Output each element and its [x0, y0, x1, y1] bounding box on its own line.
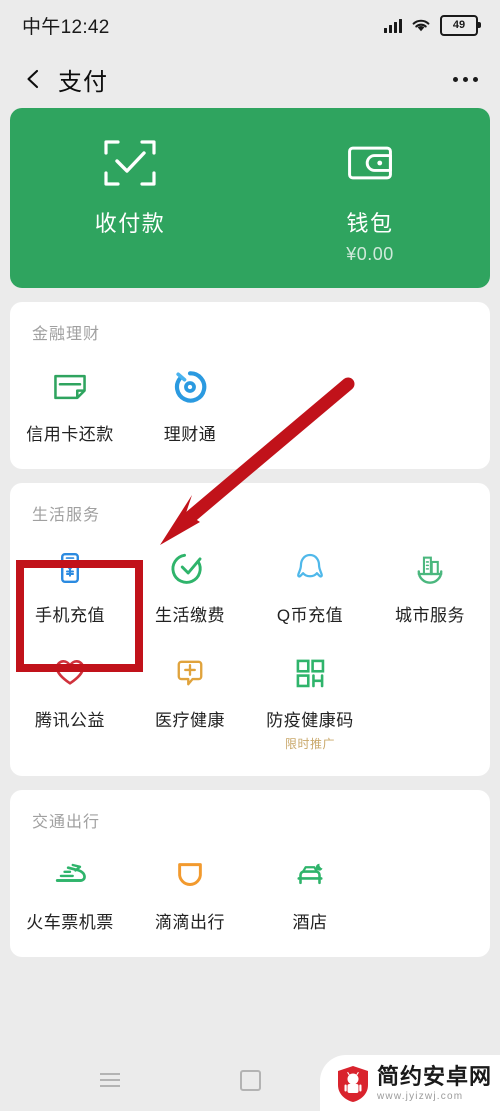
- section-grid: 信用卡还款 理财通: [10, 350, 490, 455]
- check-circle-icon: [170, 545, 210, 591]
- hero-item-label: 钱包: [346, 211, 394, 236]
- watermark-url: www.jyizwj.com: [376, 1091, 464, 1102]
- app-train-flight-ticket[interactable]: 火车票机票: [10, 838, 130, 943]
- app-didi-travel[interactable]: 滴滴出行: [130, 838, 250, 943]
- app-label: 火车票机票: [26, 913, 114, 932]
- more-options-icon[interactable]: [453, 76, 478, 82]
- app-label: 城市服务: [395, 606, 465, 625]
- section-transport: 交通出行 火车票机票 滴滴出行 酒店: [10, 790, 490, 957]
- app-label: Q币充值: [276, 606, 344, 625]
- android-shield-logo-icon: [336, 1065, 370, 1103]
- app-medical-health[interactable]: 医疗健康: [130, 636, 250, 762]
- status-time: 中午12:42: [22, 16, 110, 38]
- wifi-icon: [411, 18, 431, 33]
- hero-item-label: 收付款: [94, 211, 166, 236]
- section-title: 生活服务: [32, 507, 101, 524]
- app-tencent-charity[interactable]: 腾讯公益: [10, 636, 130, 762]
- wealth-circle-icon: [170, 364, 210, 410]
- hero-item-receive-pay[interactable]: 收付款: [10, 132, 250, 238]
- app-credit-card-repay[interactable]: 信用卡还款: [10, 350, 130, 455]
- status-icons: 49: [384, 14, 481, 36]
- page-title: 支付: [58, 68, 108, 96]
- wallet-icon: [344, 132, 396, 194]
- app-label: 腾讯公益: [35, 711, 105, 730]
- section-finance: 金融理财 信用卡还款 理财通: [10, 302, 490, 469]
- phone-recharge-icon: [51, 545, 89, 591]
- app-label: 酒店: [292, 913, 328, 932]
- app-city-service[interactable]: 城市服务: [370, 531, 490, 636]
- wallet-balance: ¥0.00: [346, 244, 394, 264]
- app-label: 防疫健康码: [266, 711, 354, 730]
- app-label: 信用卡还款: [26, 425, 114, 444]
- app-health-code[interactable]: 防疫健康码 限时推广: [250, 636, 370, 762]
- battery-level: 49: [452, 18, 466, 31]
- qq-penguin-icon: [291, 545, 329, 591]
- phone-screen: 中午12:42 49 支付 收付款 钱包 ¥0.00 金融理财 信用卡还款 理财…: [0, 0, 500, 1111]
- train-plane-icon: [50, 852, 90, 898]
- app-promo-badge: 限时推广: [284, 737, 335, 751]
- section-grid: 火车票机票 滴滴出行 酒店: [10, 838, 490, 943]
- app-living-payment[interactable]: 生活缴费: [130, 531, 250, 636]
- home-square-icon[interactable]: [237, 1067, 263, 1093]
- nav-bar: 支付: [0, 50, 500, 108]
- watermark: 简约安卓网 www.jyizwj.com: [319, 1055, 500, 1111]
- watermark-title: 简约安卓网: [376, 1064, 492, 1089]
- section-title: 交通出行: [32, 814, 101, 831]
- app-phone-recharge[interactable]: 手机充值: [10, 531, 130, 636]
- main-content: 收付款 钱包 ¥0.00 金融理财 信用卡还款 理财通 生活服务 手机充值 生活…: [0, 108, 500, 1049]
- section-grid: 手机充值 生活缴费 Q币充值 城市服务 腾讯公益 医疗健康 防疫健康码 限时推广: [10, 531, 490, 762]
- hotel-bed-icon: [291, 852, 329, 898]
- heart-charity-icon: [51, 650, 89, 696]
- didi-shield-icon: [171, 852, 209, 898]
- app-label: 生活缴费: [155, 606, 225, 625]
- section-life-services: 生活服务 手机充值 生活缴费 Q币充值 城市服务 腾讯公益 医疗健康 防疫健康码…: [10, 483, 490, 776]
- signal-bars-icon: [384, 18, 402, 33]
- app-label: 医疗健康: [155, 711, 225, 730]
- app-label: 滴滴出行: [155, 913, 225, 932]
- status-bar: 中午12:42 49: [0, 0, 500, 50]
- app-label: 理财通: [163, 425, 217, 444]
- credit-card-icon: [50, 364, 90, 410]
- hero-item-wallet[interactable]: 钱包 ¥0.00: [250, 132, 490, 265]
- scan-qr-icon: [102, 132, 158, 194]
- payment-hero-card: 收付款 钱包 ¥0.00: [10, 108, 490, 288]
- app-q-coin-recharge[interactable]: Q币充值: [250, 531, 370, 636]
- app-wealth-management[interactable]: 理财通: [130, 350, 250, 455]
- health-qr-icon: [291, 650, 329, 696]
- medical-cross-icon: [171, 650, 209, 696]
- section-title: 金融理财: [32, 326, 101, 343]
- app-hotel[interactable]: 酒店: [250, 838, 370, 943]
- back-chevron-icon[interactable]: [22, 68, 44, 90]
- menu-lines-icon[interactable]: [97, 1067, 123, 1093]
- battery-icon: 49: [440, 14, 481, 36]
- app-label: 手机充值: [35, 606, 105, 625]
- city-buildings-icon: [411, 545, 449, 591]
